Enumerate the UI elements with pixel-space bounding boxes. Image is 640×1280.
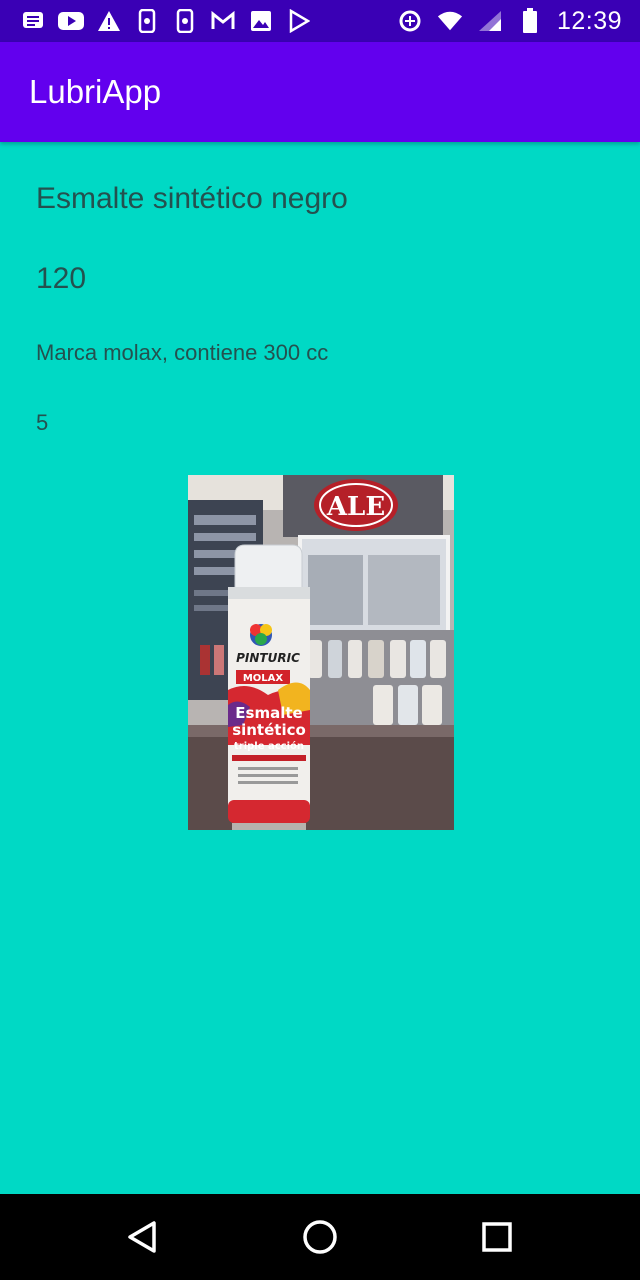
status-bar: 12:39: [0, 0, 640, 42]
wifi-icon: [437, 8, 463, 34]
phone-notification-icon: [134, 8, 160, 34]
product-description: Marca molax, contiene 300 cc: [36, 340, 329, 365]
image-icon: [248, 8, 274, 34]
can-brand-text: PINTURIC: [236, 651, 300, 665]
play-store-icon: [286, 8, 312, 34]
warning-icon: [96, 8, 122, 34]
youtube-icon: [58, 8, 84, 34]
can-line3: triple acción: [234, 740, 304, 752]
gmail-icon: [210, 8, 236, 34]
navigation-bar: [0, 1194, 640, 1280]
home-icon: [303, 1220, 337, 1254]
message-icon: [20, 8, 46, 34]
back-icon: [128, 1221, 156, 1253]
product-price: 120: [36, 262, 87, 295]
back-button[interactable]: [97, 1194, 187, 1280]
status-time: 12:39: [556, 6, 622, 35]
signal-icon: [477, 8, 503, 34]
can-sub-text: MOLAX: [243, 673, 284, 684]
product-image: ALE PINTURIC MOLAX Esmalte sintético tri…: [188, 475, 454, 830]
phone-notification-icon: [172, 8, 198, 34]
app-bar: LubriApp: [0, 42, 640, 142]
recents-icon: [482, 1222, 512, 1252]
store-sign-text: ALE: [326, 492, 385, 522]
product-name: Esmalte sintético negro: [36, 182, 348, 215]
data-saver-icon: [397, 8, 423, 34]
product-stock: 5: [36, 410, 49, 435]
can-line1: Esmalte: [235, 704, 302, 722]
recents-button[interactable]: [452, 1194, 542, 1280]
system-icons: 12:39: [397, 0, 622, 42]
battery-icon: [517, 8, 543, 34]
app-title: LubriApp: [29, 73, 162, 110]
can-line2: sintético: [232, 721, 306, 739]
notification-icons: [0, 8, 312, 34]
home-button[interactable]: [275, 1194, 365, 1280]
